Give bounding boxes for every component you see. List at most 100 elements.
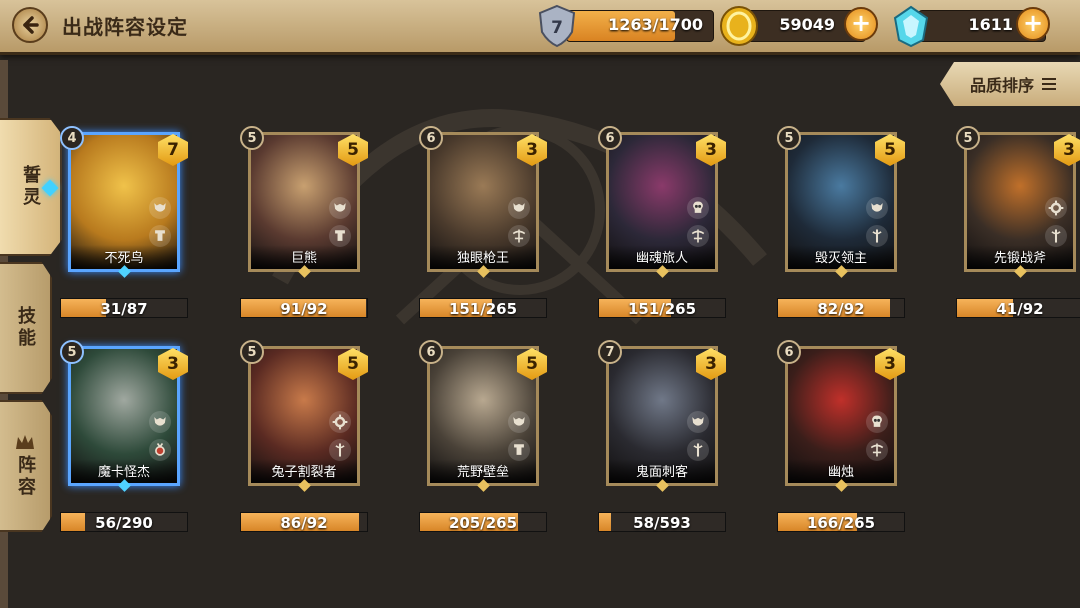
hero-card[interactable]: 荒野壁垒 6 5	[419, 340, 547, 492]
beast-icon	[687, 411, 709, 433]
level-badge: 6	[598, 126, 622, 150]
back-arrow-icon	[23, 16, 39, 34]
list-icon	[1042, 78, 1057, 90]
crown-emblem-icon	[16, 435, 34, 449]
add-gold-button[interactable]: +	[844, 7, 878, 41]
hero-name: 荒野壁垒	[456, 465, 509, 480]
beast-icon	[329, 197, 351, 219]
tab-label: 阵容	[15, 455, 36, 499]
hero-name: 毁灭领主	[814, 251, 867, 266]
tab-lineup[interactable]: 阵容	[0, 400, 52, 532]
tower-icon	[329, 225, 351, 247]
stamina-shield-icon: 7	[538, 4, 576, 48]
beast-icon	[508, 197, 530, 219]
level-badge: 5	[240, 340, 264, 364]
shard-progress-bar: 86/92	[240, 512, 368, 532]
progress-text: 82/92	[817, 300, 865, 318]
hero-name: 独眼枪王	[456, 251, 509, 266]
staff-icon	[866, 225, 888, 247]
top-bar: 出战阵容设定 1263/1700 7 59049 + 1611 +	[0, 0, 1080, 55]
crossbow-icon	[866, 439, 888, 461]
progress-text: 56/290	[95, 514, 153, 532]
stamina-counter: 1263/1700	[566, 10, 714, 42]
beast-icon	[149, 197, 171, 219]
level-badge: 6	[777, 340, 801, 364]
tower-icon	[149, 225, 171, 247]
progress-text: 151/265	[448, 300, 518, 318]
crossbow-icon	[508, 225, 530, 247]
shard-progress-bar: 41/92	[956, 298, 1080, 318]
back-button[interactable]	[12, 7, 48, 43]
shard-progress-bar: 151/265	[598, 298, 726, 318]
hero-card[interactable]: 不死鸟 4 7	[60, 126, 188, 278]
hero-name: 魔卡怪杰	[97, 465, 150, 480]
quality-sort-button[interactable]: 品质排序	[940, 62, 1080, 106]
diamond-gem-icon	[893, 5, 929, 48]
hero-card[interactable]: 巨熊 5 5	[240, 126, 368, 278]
hero-card[interactable]: 幽魂旅人 6 3	[598, 126, 726, 278]
gold-coin-icon	[720, 6, 758, 46]
gold-value: 59049	[779, 15, 835, 34]
progress-text: 166/265	[806, 514, 876, 532]
shard-progress-bar: 31/87	[60, 298, 188, 318]
hero-name: 兔子割裂者	[271, 465, 337, 480]
level-badge: 5	[240, 126, 264, 150]
amulet-icon	[149, 439, 171, 461]
hero-card[interactable]: 魔卡怪杰 5 3	[60, 340, 188, 492]
shard-progress-bar: 205/265	[419, 512, 547, 532]
progress-text: 58/593	[633, 514, 691, 532]
level-badge: 4	[60, 126, 84, 150]
gem-value: 1611	[968, 15, 1013, 34]
shard-progress-bar: 58/593	[598, 512, 726, 532]
staff-icon	[329, 439, 351, 461]
staff-icon	[687, 439, 709, 461]
gear-icon	[1045, 197, 1067, 219]
hero-card[interactable]: 兔子割裂者 5 5	[240, 340, 368, 492]
page-title: 出战阵容设定	[62, 15, 188, 39]
tab-label: 誓灵	[20, 165, 41, 209]
plus-icon: +	[1022, 9, 1044, 37]
crossbow-icon	[687, 225, 709, 247]
shard-progress-bar: 151/265	[419, 298, 547, 318]
hero-card[interactable]: 幽烛 6 3	[777, 340, 905, 492]
stamina-level: 7	[551, 18, 563, 38]
progress-text: 91/92	[280, 300, 328, 318]
hero-name: 幽魂旅人	[635, 251, 688, 266]
progress-text: 205/265	[448, 514, 518, 532]
tower-icon	[508, 439, 530, 461]
plus-icon: +	[850, 9, 872, 37]
hero-card[interactable]: 独眼枪王 6 3	[419, 126, 547, 278]
level-badge: 5	[60, 340, 84, 364]
progress-text: 41/92	[996, 300, 1044, 318]
beast-icon	[149, 411, 171, 433]
add-gem-button[interactable]: +	[1016, 7, 1050, 41]
shard-progress-bar: 166/265	[777, 512, 905, 532]
beast-icon	[508, 411, 530, 433]
hero-name: 鬼面刺客	[635, 465, 688, 480]
level-badge: 6	[419, 340, 443, 364]
shard-progress-bar: 82/92	[777, 298, 905, 318]
progress-text: 86/92	[280, 514, 328, 532]
staff-icon	[1045, 225, 1067, 247]
level-badge: 5	[777, 126, 801, 150]
stamina-value: 1263/1700	[608, 15, 703, 34]
level-badge: 7	[598, 340, 622, 364]
hero-name: 幽烛	[827, 465, 854, 480]
hero-name: 巨熊	[290, 251, 317, 266]
hero-card[interactable]: 鬼面刺客 7 3	[598, 340, 726, 492]
tab-skills[interactable]: 技能	[0, 262, 52, 394]
progress-text: 31/87	[100, 300, 148, 318]
shard-progress-bar: 56/290	[60, 512, 188, 532]
sort-label: 品质排序	[970, 76, 1035, 95]
shard-progress-bar: 91/92	[240, 298, 368, 318]
hero-card[interactable]: 毁灭领主 5 5	[777, 126, 905, 278]
hero-card[interactable]: 先锻战斧 5 3	[956, 126, 1080, 278]
level-badge: 5	[956, 126, 980, 150]
skull-icon	[687, 197, 709, 219]
beast-icon	[866, 197, 888, 219]
hero-name: 不死鸟	[104, 251, 144, 266]
gear-icon	[329, 411, 351, 433]
hero-name: 先锻战斧	[993, 251, 1046, 266]
progress-text: 151/265	[627, 300, 697, 318]
level-badge: 6	[419, 126, 443, 150]
